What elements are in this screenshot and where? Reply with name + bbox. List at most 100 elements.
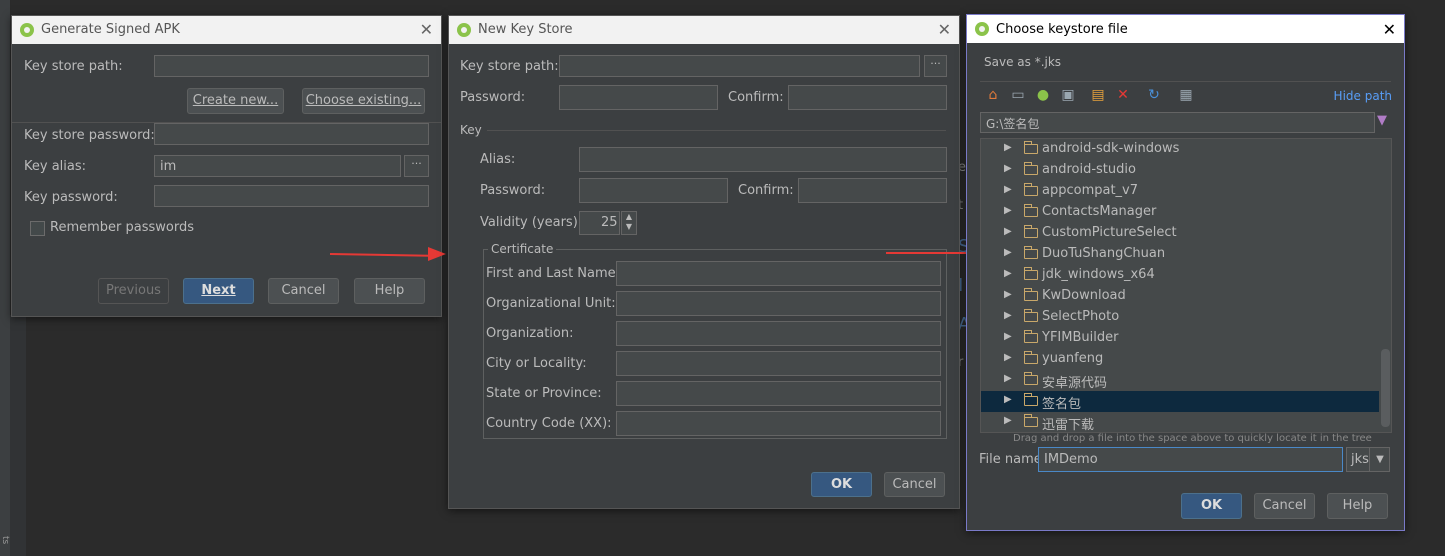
refresh-icon[interactable]: ↻	[1146, 87, 1162, 103]
tree-item-label: appcompat_v7	[1042, 183, 1139, 198]
chevron-down-icon[interactable]: ▼	[622, 222, 636, 232]
cancel-button[interactable]: Cancel	[884, 472, 945, 497]
hide-path-link[interactable]: Hide path	[1334, 89, 1392, 103]
tree-item-label: ContactsManager	[1042, 204, 1157, 219]
choose-existing-label: Choose existing...	[305, 93, 422, 108]
home-icon[interactable]: ⌂	[985, 87, 1001, 103]
expand-arrow-icon[interactable]: ▶	[1004, 310, 1012, 321]
expand-arrow-icon[interactable]: ▶	[1004, 205, 1012, 216]
expand-arrow-icon[interactable]: ▶	[1004, 394, 1012, 405]
key-password-field[interactable]	[579, 178, 728, 203]
confirm-field[interactable]	[788, 85, 947, 110]
folder-icon	[1024, 288, 1038, 301]
project-icon[interactable]: ●	[1035, 87, 1051, 103]
folder-icon	[1024, 414, 1038, 427]
organization-label: Organization:	[486, 326, 574, 341]
expand-arrow-icon[interactable]: ▶	[1004, 226, 1012, 237]
state-field[interactable]	[616, 381, 941, 406]
organization-field[interactable]	[616, 321, 941, 346]
ok-button[interactable]: OK	[811, 472, 872, 497]
tree-row[interactable]: ▶ SelectPhoto	[981, 307, 1379, 328]
folder-icon	[1024, 330, 1038, 343]
expand-arrow-icon[interactable]: ▶	[1004, 331, 1012, 342]
expand-arrow-icon[interactable]: ▶	[1004, 142, 1012, 153]
tree-row[interactable]: ▶ 迅雷下载	[981, 412, 1379, 432]
chevron-down-icon[interactable]: ▼	[1369, 448, 1390, 471]
key-alias-browse-button[interactable]: ...	[404, 155, 429, 177]
key-store-path-field[interactable]	[154, 55, 429, 77]
tree-row[interactable]: ▶ 安卓源代码	[981, 370, 1379, 391]
key-confirm-field[interactable]	[798, 178, 947, 203]
show-hidden-icon[interactable]: ▦	[1178, 87, 1194, 103]
help-button[interactable]: Help	[1327, 493, 1388, 519]
tree-row[interactable]: ▶ appcompat_v7	[981, 181, 1379, 202]
expand-arrow-icon[interactable]: ▶	[1004, 163, 1012, 174]
divider	[980, 81, 1391, 82]
key-store-path-field[interactable]	[559, 55, 920, 77]
tree-row[interactable]: ▶ ContactsManager	[981, 202, 1379, 223]
expand-arrow-icon[interactable]: ▶	[1004, 184, 1012, 195]
cancel-button[interactable]: Cancel	[1254, 493, 1315, 519]
folder-icon	[1024, 372, 1038, 385]
chevron-up-icon[interactable]: ▲	[622, 212, 636, 222]
tree-row[interactable]: ▶ CustomPictureSelect	[981, 223, 1379, 244]
dialog-title: Choose keystore file	[996, 22, 1128, 37]
delete-icon[interactable]: ✕	[1115, 87, 1131, 103]
key-password-field[interactable]	[154, 185, 429, 207]
cancel-button[interactable]: Cancel	[268, 278, 339, 304]
extension-select[interactable]: jks ▼	[1346, 447, 1390, 472]
folder-icon	[1024, 246, 1038, 259]
expand-arrow-icon[interactable]: ▶	[1004, 352, 1012, 363]
validity-stepper[interactable]: ▲ ▼	[621, 211, 637, 235]
tree-row[interactable]: ▶ yuanfeng	[981, 349, 1379, 370]
previous-button[interactable]: Previous	[98, 278, 169, 304]
help-button[interactable]: Help	[354, 278, 425, 304]
expand-arrow-icon[interactable]: ▶	[1004, 415, 1012, 426]
password-field[interactable]	[559, 85, 718, 110]
new-folder-icon[interactable]: ▤	[1090, 87, 1106, 103]
file-tree[interactable]: ▶ android-sdk-windows ▶ android-studio ▶ ap…	[980, 138, 1392, 433]
key-store-password-label: Key store password:	[24, 128, 155, 143]
key-store-password-field[interactable]	[154, 123, 429, 145]
tree-row[interactable]: ▶ jdk_windows_x64	[981, 265, 1379, 286]
close-icon[interactable]: ✕	[1383, 20, 1396, 39]
alias-field[interactable]	[579, 147, 947, 172]
city-field[interactable]	[616, 351, 941, 376]
tree-row[interactable]: ▶ android-sdk-windows	[981, 139, 1379, 160]
expand-arrow-icon[interactable]: ▶	[1004, 268, 1012, 279]
choose-existing-button[interactable]: Choose existing...	[302, 88, 425, 114]
path-field[interactable]: G:\签名包	[980, 112, 1375, 133]
tree-row[interactable]: ▶ android-studio	[981, 160, 1379, 181]
org-unit-field[interactable]	[616, 291, 941, 316]
key-store-path-browse-button[interactable]: ...	[924, 55, 947, 77]
next-button[interactable]: Next	[183, 278, 254, 304]
create-new-button[interactable]: Create new...	[187, 88, 284, 114]
tree-row[interactable]: ▶ KwDownload	[981, 286, 1379, 307]
desktop-icon[interactable]: ▭	[1010, 87, 1026, 103]
validity-spinner[interactable]: 25	[579, 211, 620, 235]
expand-arrow-icon[interactable]: ▶	[1004, 373, 1012, 384]
expand-arrow-icon[interactable]: ▶	[1004, 247, 1012, 258]
first-last-name-field[interactable]	[616, 261, 941, 286]
close-icon[interactable]: ✕	[420, 20, 433, 39]
module-icon[interactable]: ▣	[1060, 87, 1076, 103]
remember-passwords-checkbox[interactable]	[30, 221, 45, 236]
tree-row[interactable]: ▶ YFIMBuilder	[981, 328, 1379, 349]
file-name-input[interactable]: IMDemo	[1038, 447, 1343, 472]
country-code-field[interactable]	[616, 411, 941, 436]
history-icon[interactable]: ▼	[1377, 113, 1387, 128]
key-password-label: Password:	[480, 183, 546, 198]
tree-row-selected[interactable]: ▶ 签名包	[981, 391, 1379, 412]
tree-item-label: 安卓源代码	[1042, 376, 1108, 391]
key-alias-field[interactable]: im	[154, 155, 401, 177]
close-icon[interactable]: ✕	[938, 20, 951, 39]
tree-row[interactable]: ▶ DuoTuShangChuan	[981, 244, 1379, 265]
expand-arrow-icon[interactable]: ▶	[1004, 289, 1012, 300]
first-last-name-label: First and Last Name:	[486, 266, 621, 281]
tree-scrollbar[interactable]	[1381, 349, 1390, 427]
folder-icon	[1024, 267, 1038, 280]
ok-button[interactable]: OK	[1181, 493, 1242, 519]
validity-value: 25	[601, 215, 618, 230]
android-studio-icon	[975, 22, 989, 36]
alias-label: Alias:	[480, 152, 516, 167]
